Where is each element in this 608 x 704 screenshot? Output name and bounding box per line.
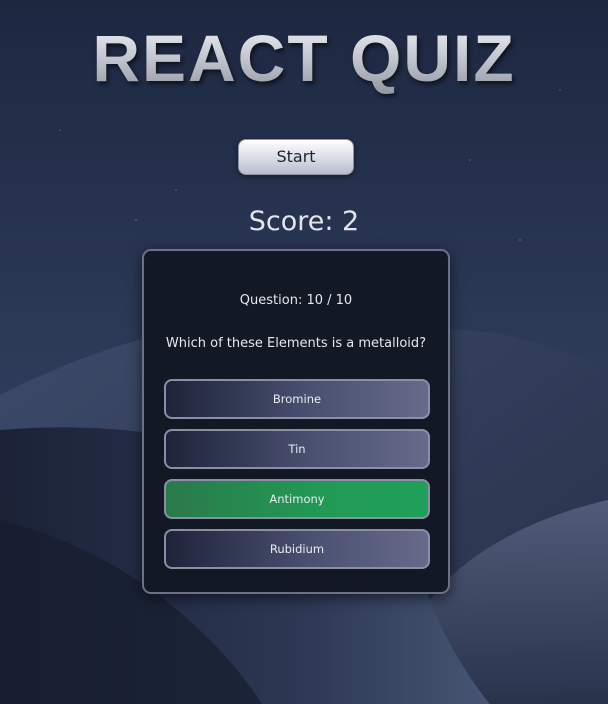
question-number: Question: 10 / 10 (239, 293, 353, 308)
answer-option-tin[interactable]: Tin (164, 429, 430, 469)
app-root: REACT QUIZ Start Score: 2 Question: 10 /… (0, 0, 608, 704)
answer-list: Bromine Tin Antimony Rubidium (164, 379, 430, 579)
app-title: REACT QUIZ (0, 18, 608, 98)
start-button[interactable]: Start (238, 139, 354, 175)
question-card: Question: 10 / 10 Which of these Element… (142, 249, 450, 594)
answer-option-rubidium[interactable]: Rubidium (164, 529, 430, 569)
answer-option-bromine[interactable]: Bromine (164, 379, 430, 419)
answer-option-antimony[interactable]: Antimony (164, 479, 430, 519)
question-text: Which of these Elements is a metalloid? (165, 336, 427, 351)
score-display: Score: 2 (248, 206, 360, 237)
